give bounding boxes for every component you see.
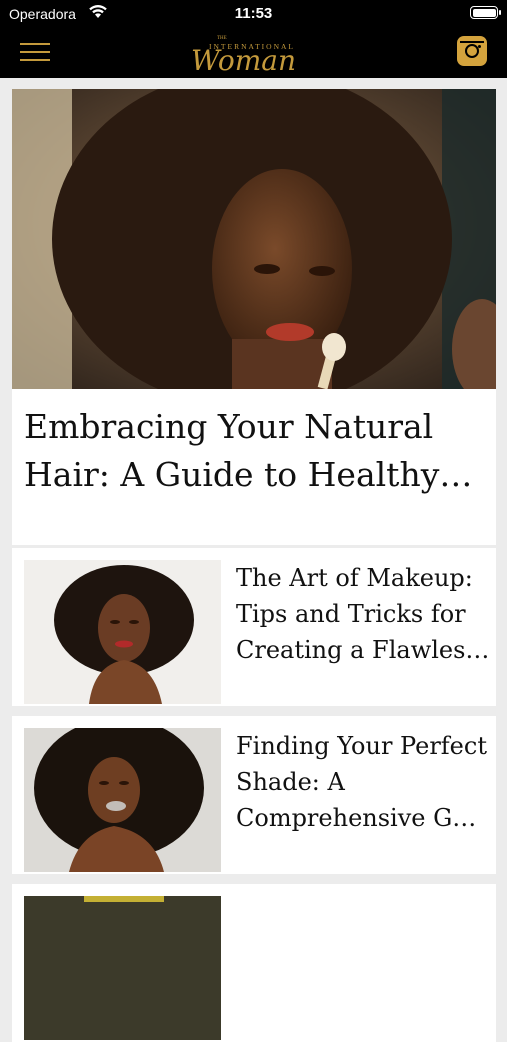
article-thumbnail [24,896,221,1040]
featured-article-title: Embracing Your Natural Hair: A Guide to … [24,407,473,494]
status-bar: Operadora 11:53 [0,0,507,28]
article-thumbnail [24,560,221,704]
clock: 11:53 [234,5,273,22]
article-title: Finding Your Perfect Shade: A Comprehens… [236,732,487,832]
top-bar: Operadora 11:53 THE INTERNATIONAL Woman [0,0,507,78]
featured-article-image [12,89,496,389]
article-card[interactable]: Finding Your Perfect Shade: A Comprehens… [12,716,496,874]
logo-small-top: THE [217,36,227,41]
app-logo: THE INTERNATIONAL Woman [185,30,325,74]
article-card[interactable] [12,884,496,1042]
instagram-icon[interactable] [457,36,487,66]
battery-icon [470,6,501,19]
logo-script-text: Woman [191,44,296,74]
featured-article-card[interactable]: Embracing Your Natural Hair: A Guide to … [12,89,496,545]
article-title: The Art of Makeup: Tips and Tricks for C… [236,564,490,664]
article-thumbnail [24,728,221,872]
hamburger-menu-icon[interactable] [20,40,50,64]
article-card[interactable]: The Art of Makeup: Tips and Tricks for C… [12,548,496,706]
